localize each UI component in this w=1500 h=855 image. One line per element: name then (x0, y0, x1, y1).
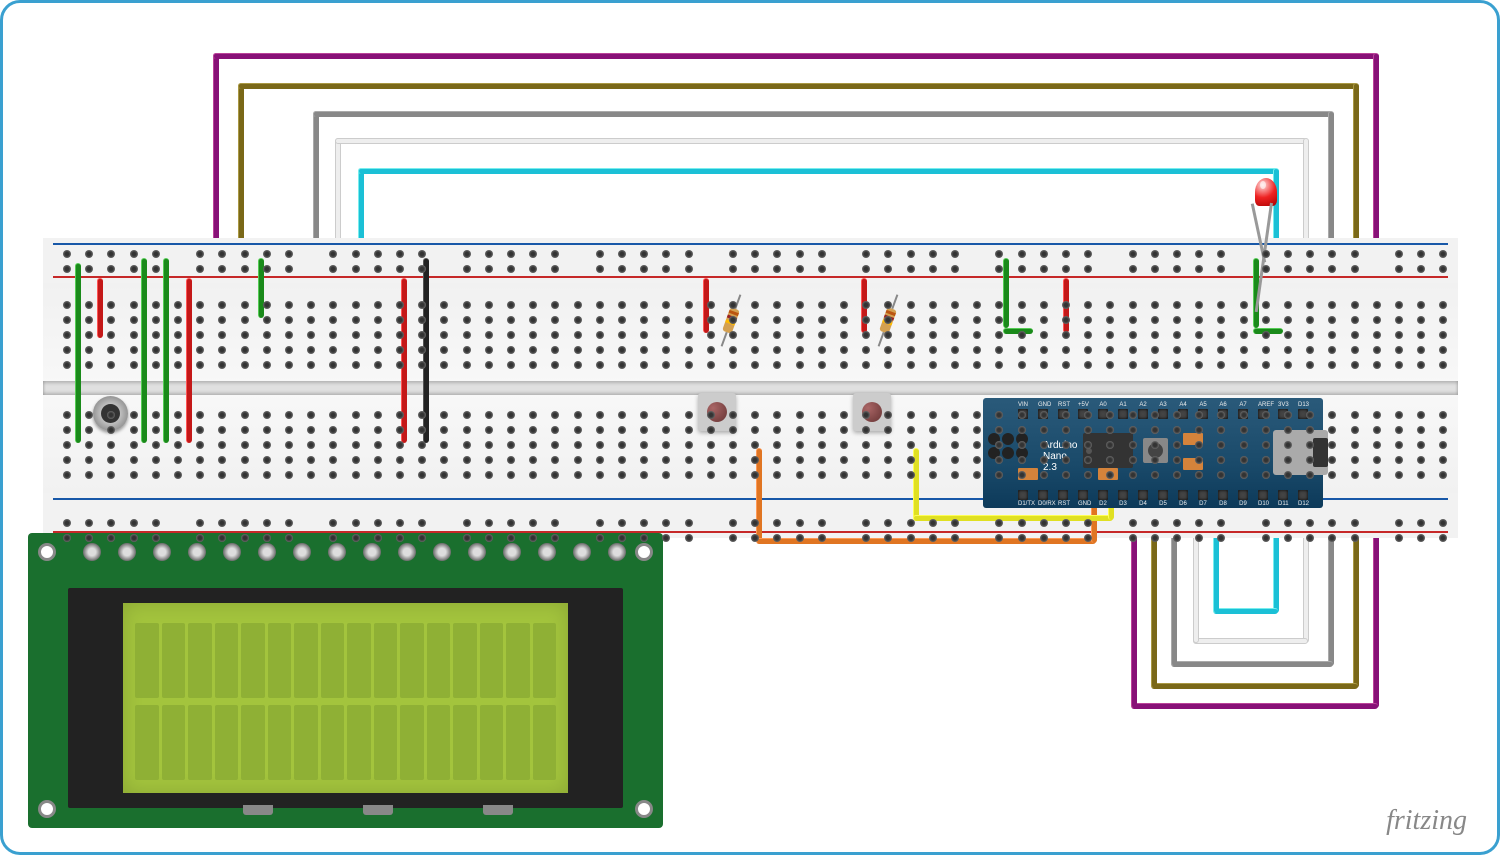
wire-olive (1151, 683, 1358, 689)
pin-a2: A2 (1138, 401, 1148, 416)
pin-d7: D7 (1198, 490, 1208, 505)
pin-d2: D2 (1098, 490, 1108, 505)
fritzing-diagram: Arduino Nano 2.3 VINGNDRST+5VA0A1A2A3A4A… (0, 0, 1500, 855)
wire-purple (1131, 523, 1137, 708)
wire-olive (238, 83, 1358, 89)
lcd-16x2 (28, 533, 663, 828)
wire-gray (1171, 661, 1333, 667)
power-rail-top (43, 238, 1458, 283)
lcd-frame (68, 588, 623, 808)
pin-a1: A1 (1118, 401, 1128, 416)
wire-gray (1171, 523, 1177, 666)
jumper-green (141, 258, 147, 443)
wire-purple (1131, 703, 1378, 709)
board-label: Arduino Nano 2.3 (1043, 440, 1077, 473)
wire-gray (313, 111, 1333, 117)
wire-cyan (358, 168, 1278, 174)
jumper-green (75, 263, 81, 443)
pin-d8: D8 (1218, 490, 1228, 505)
lcd-screen (123, 603, 568, 793)
wire-olive (1151, 523, 1157, 688)
pin-d3: D3 (1118, 490, 1128, 505)
pin-rst: RST (1058, 490, 1068, 505)
mount-hole (635, 800, 653, 818)
pin-d9: D9 (1238, 490, 1248, 505)
jumper-yellow (913, 515, 1113, 521)
wire-cyan (1213, 608, 1278, 614)
wire-white (1193, 638, 1308, 644)
wire-white (335, 138, 1307, 144)
usb-port (1273, 430, 1328, 475)
jumper-red (186, 278, 192, 443)
breadboard-gap (43, 381, 1458, 395)
pin-d6: D6 (1178, 490, 1188, 505)
mount-hole (38, 543, 56, 561)
lcd-pins (83, 543, 626, 561)
pin-d1/tx: D1/TX (1018, 490, 1028, 505)
pin-row-bottom: D1/TX D0/RX RST GND D2 D3 D4 D5 D6 D7 D8 D9 D10 D11 D1… (1018, 490, 1308, 505)
pin-d10: D10 (1258, 490, 1268, 505)
board-name: Arduino (1043, 440, 1077, 451)
pin-d12: D12 (1298, 490, 1308, 505)
mount-hole (38, 800, 56, 818)
mount-hole (635, 543, 653, 561)
led-bulb (1255, 178, 1277, 206)
wire-purple (213, 53, 1378, 59)
pin-d11: D11 (1278, 490, 1288, 505)
pin-a3: A3 (1158, 401, 1168, 416)
fritzing-label: fritzing (1386, 805, 1467, 837)
pin-gnd: GND (1078, 490, 1088, 505)
jumper-red (97, 278, 103, 338)
pin-d4: D4 (1138, 490, 1148, 505)
pin-d5: D5 (1158, 490, 1168, 505)
led-red (1250, 178, 1280, 228)
jumper-green (163, 258, 169, 443)
pin-d0/rx: D0/RX (1038, 490, 1048, 505)
jumper-green (1003, 258, 1009, 328)
